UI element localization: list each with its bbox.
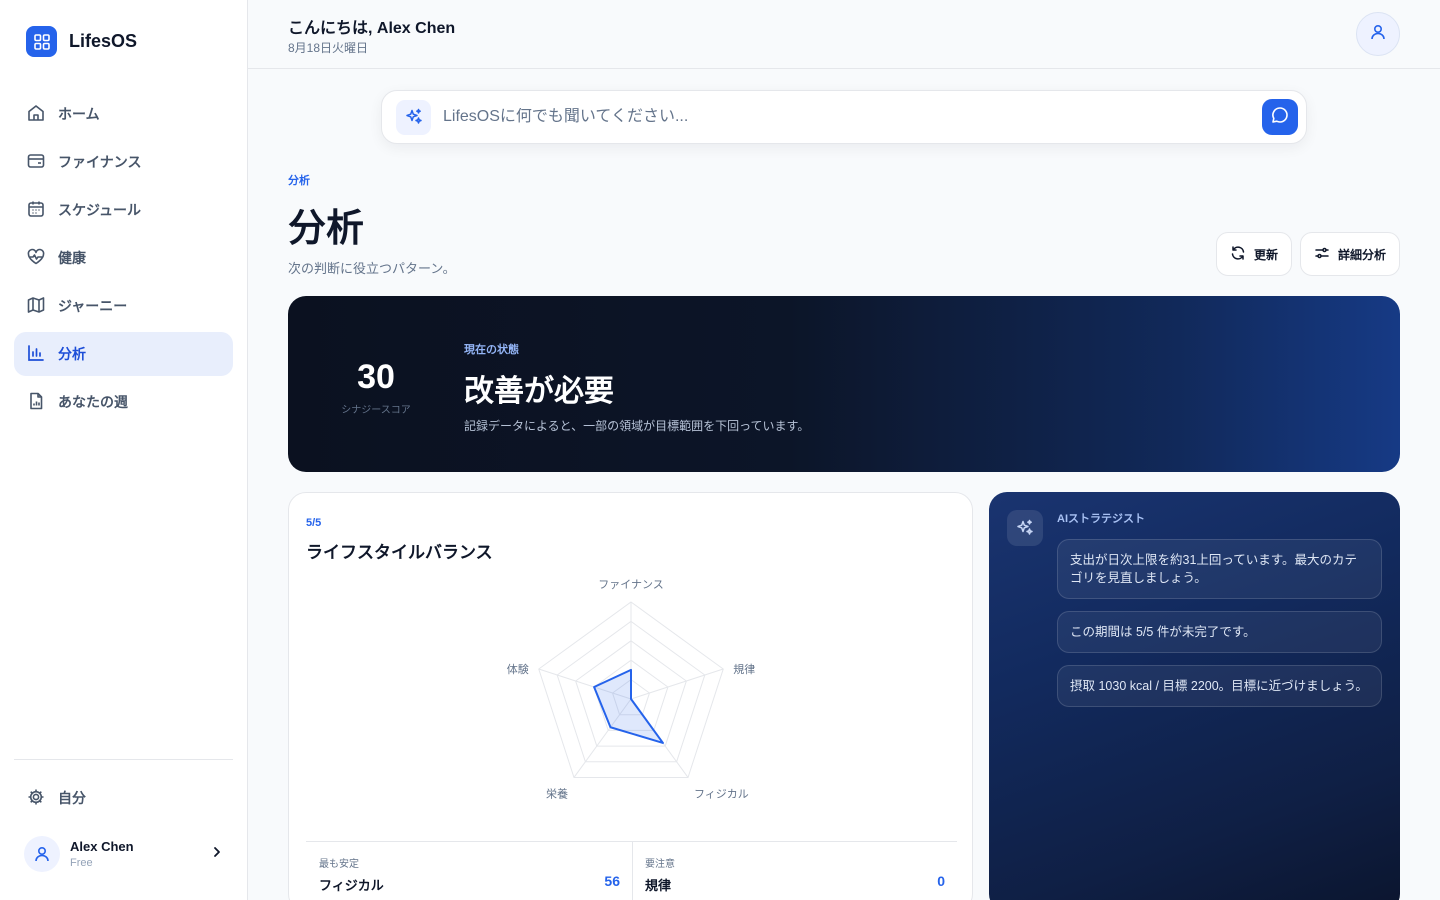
sidebar-item-analytics[interactable]: 分析 bbox=[14, 332, 233, 376]
radar-spoke bbox=[630, 668, 724, 700]
attention-stat: 要注意 規律 0 bbox=[645, 855, 945, 894]
ai-strategist-card: AIストラテジスト 支出が日次上限を約31上回っています。最大のカテゴリを見直し… bbox=[989, 492, 1400, 900]
radar-axis-label: フィジカル bbox=[694, 787, 749, 800]
attention-label: 要注意 bbox=[645, 859, 675, 870]
most-stable-label: 最も安定 bbox=[319, 859, 359, 870]
avatar bbox=[24, 836, 60, 872]
radar-axis-label: ファイナンス bbox=[598, 578, 664, 591]
ai-strategist-title: AIストラテジスト bbox=[1057, 513, 1145, 525]
synergy-score: 30 シナジースコア bbox=[341, 358, 411, 416]
page-title: 分析 bbox=[288, 208, 365, 250]
chevron-right-icon bbox=[210, 845, 224, 864]
sliders-icon bbox=[1314, 245, 1330, 264]
grid-logo-icon bbox=[26, 26, 57, 57]
radar-axis-label: 栄養 bbox=[546, 786, 568, 800]
home-icon bbox=[26, 103, 46, 126]
sidebar-item-home[interactable]: ホーム bbox=[14, 92, 233, 136]
most-stable-stat: 最も安定 フィジカル 56 bbox=[319, 855, 620, 894]
sidebar-item-label: ファイナンス bbox=[58, 154, 142, 170]
ai-message: この期間は 5/5 件が未完了です。 bbox=[1057, 611, 1382, 653]
file-chart-icon bbox=[26, 391, 46, 414]
attention-name: 規律 bbox=[645, 878, 672, 893]
top-header: こんにちは, Alex Chen 8月18日火曜日 bbox=[248, 0, 1440, 69]
lifestyle-balance-card: 5/5 ライフスタイルバランス ファイナンス 規律 フィジカル 栄養 体験 最も安定 フ… bbox=[288, 492, 973, 900]
sidebar-item-label: あなたの週 bbox=[58, 394, 128, 410]
page-subtitle: 次の判断に役立つパターン。 bbox=[288, 261, 456, 276]
sidebar-item-label: ジャーニー bbox=[58, 298, 128, 314]
refresh-button[interactable]: 更新 bbox=[1216, 232, 1292, 276]
radar-axis-label: 体験 bbox=[507, 662, 529, 676]
attention-value: 0 bbox=[937, 873, 945, 889]
breadcrumb: 分析 bbox=[288, 175, 310, 187]
message-circle-icon bbox=[1270, 105, 1290, 130]
refresh-icon bbox=[1230, 245, 1246, 264]
sidebar-item-label: 健康 bbox=[58, 250, 86, 266]
greeting: こんにちは, Alex Chen bbox=[288, 20, 456, 37]
wallet-icon bbox=[26, 151, 46, 174]
sidebar-item-your-week[interactable]: あなたの週 bbox=[14, 380, 233, 424]
detailed-analysis-button[interactable]: 詳細分析 bbox=[1300, 232, 1400, 276]
sidebar-nav: ホーム ファイナンス スケジュール 健康 ジャーニー 分析 あなたの週 bbox=[14, 92, 233, 428]
sidebar-divider bbox=[14, 759, 233, 760]
most-stable-value: 56 bbox=[604, 873, 620, 889]
status-title: 改善が必要 bbox=[464, 375, 614, 408]
radar-axis-label: 規律 bbox=[733, 662, 755, 676]
refresh-label: 更新 bbox=[1253, 247, 1278, 262]
sidebar-item-label: ホーム bbox=[58, 106, 100, 122]
status-description: 記録データによると、一部の領域が目標範囲を下回っています。 bbox=[464, 419, 810, 433]
user-profile-card[interactable]: Alex Chen Free bbox=[24, 834, 224, 874]
ask-search-bar bbox=[381, 90, 1307, 144]
map-icon bbox=[26, 295, 46, 318]
sidebar-item-label: スケジュール bbox=[58, 202, 142, 218]
current-date: 8月18日火曜日 bbox=[288, 41, 369, 55]
brand[interactable]: LifesOS bbox=[26, 26, 137, 57]
sidebar-item-settings[interactable]: 自分 bbox=[14, 776, 233, 820]
sparkles-icon bbox=[1007, 510, 1043, 546]
user-plan: Free bbox=[70, 857, 93, 869]
ask-input[interactable] bbox=[443, 108, 1262, 126]
most-stable-name: フィジカル bbox=[319, 878, 384, 893]
sidebar-item-finance[interactable]: ファイナンス bbox=[14, 140, 233, 184]
sidebar: LifesOS ホーム ファイナンス スケジュール 健康 ジャーニー 分析 あな… bbox=[0, 0, 248, 900]
sparkles-icon bbox=[396, 99, 431, 135]
bar-chart-icon bbox=[26, 343, 46, 366]
status-eyebrow: 現在の状態 bbox=[464, 344, 519, 356]
app-name: LifesOS bbox=[69, 31, 138, 51]
synergy-score-label: シナジースコア bbox=[341, 405, 411, 416]
synergy-score-value: 30 bbox=[357, 358, 395, 396]
sidebar-item-schedule[interactable]: スケジュール bbox=[14, 188, 233, 232]
user-name: Alex Chen bbox=[70, 839, 134, 854]
user-icon bbox=[1369, 23, 1387, 46]
chat-submit-button[interactable] bbox=[1262, 99, 1298, 135]
status-hero-card: 30 シナジースコア 現在の状態 改善が必要 記録データによると、一部の領域が目… bbox=[288, 296, 1400, 472]
profile-button[interactable] bbox=[1356, 12, 1400, 56]
detailed-analysis-label: 詳細分析 bbox=[1337, 247, 1386, 262]
heart-pulse-icon bbox=[26, 247, 46, 270]
radar-series-area bbox=[593, 668, 664, 744]
radar-chart: ファイナンス規律フィジカル 栄養 体験 bbox=[507, 578, 756, 800]
settings-label: 自分 bbox=[58, 790, 86, 806]
stats-vertical-divider bbox=[632, 841, 633, 900]
ai-message: 摂取 1030 kcal / 目標 2200。目標に近づけましょう。 bbox=[1057, 665, 1382, 707]
ai-message: 支出が日次上限を約31上回っています。最大のカテゴリを見直しましょう。 bbox=[1057, 539, 1382, 599]
calendar-icon bbox=[26, 199, 46, 222]
sidebar-item-journey[interactable]: ジャーニー bbox=[14, 284, 233, 328]
sidebar-item-label: 分析 bbox=[58, 346, 86, 362]
gear-icon bbox=[26, 787, 46, 810]
sidebar-item-health[interactable]: 健康 bbox=[14, 236, 233, 280]
